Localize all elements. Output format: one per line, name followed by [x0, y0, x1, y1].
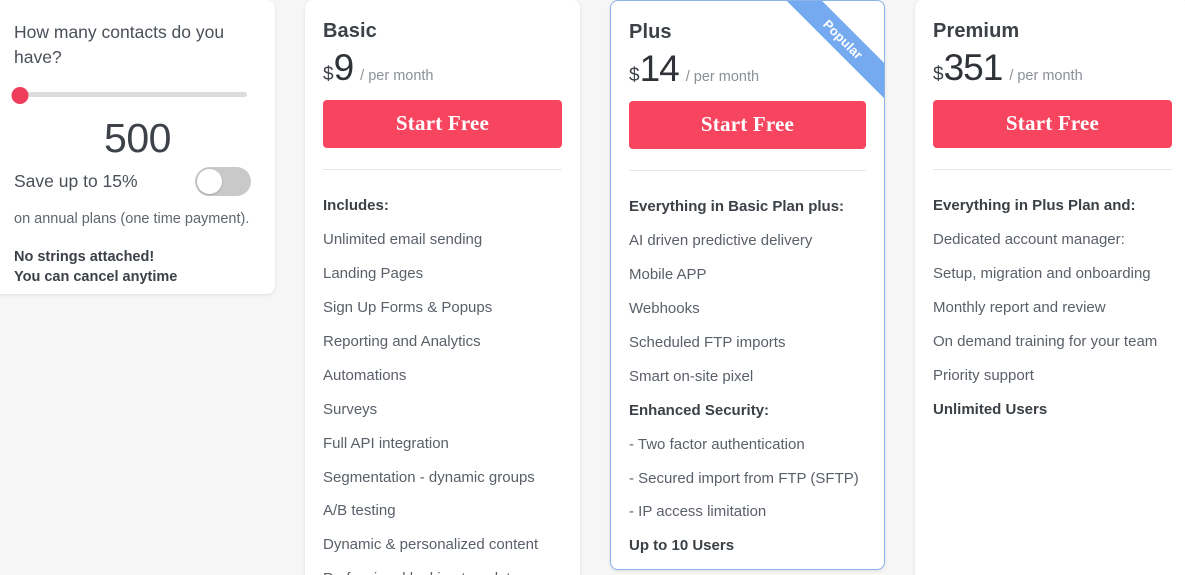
feature-item: Unlimited email sending	[323, 230, 483, 248]
price-amount: 9	[333, 47, 355, 88]
feature-item: Smart on-site pixel	[629, 367, 754, 385]
feature-item: On demand training for your team	[933, 332, 1158, 350]
plan-price: $ 14 / per month	[629, 50, 866, 87]
plan-card-plus: Popular Plus $ 14 / per month Start Free…	[610, 0, 885, 570]
start-free-button[interactable]: Start Free	[323, 100, 562, 148]
price-currency-symbol: $	[933, 64, 944, 85]
price-amount: 351	[943, 47, 1004, 88]
feature-item: - Secured import from FTP (SFTP)	[629, 469, 859, 487]
feature-item: - IP access limitation	[629, 503, 767, 521]
pricing-page: How many contacts do you have? 500 Save …	[0, 0, 1185, 575]
toggle-knob	[197, 168, 222, 194]
no-strings-line-1: No strings attached!	[14, 248, 155, 265]
feature-item: Reporting and Analytics	[323, 332, 481, 350]
plan-card-basic: Basic $ 9 / per month Start Free Include…	[305, 0, 580, 575]
contacts-slider[interactable]	[11, 84, 261, 104]
contacts-count-value: 500	[104, 114, 171, 161]
start-free-button[interactable]: Start Free	[933, 100, 1172, 148]
no-strings-line-2: You can cancel anytime	[14, 269, 178, 286]
plan-price: $ 9 / per month	[323, 49, 562, 86]
feature-item: Enhanced Security:	[629, 401, 770, 419]
feature-item: Full API integration	[323, 434, 449, 452]
feature-item: Dynamic & personalized content	[323, 536, 539, 554]
contacts-question-label: How many contacts do you have?	[14, 22, 225, 67]
feature-item: Scheduled FTP imports	[629, 333, 786, 351]
annual-save-label: Save up to 15%	[14, 170, 138, 191]
card-divider	[933, 169, 1172, 170]
price-currency-symbol: $	[629, 65, 640, 86]
feature-item: A/B testing	[323, 502, 396, 520]
contacts-calculator-card: How many contacts do you have? 500 Save …	[0, 0, 275, 294]
plan-name: Premium	[933, 20, 1020, 42]
card-divider	[629, 170, 866, 171]
features-heading: Everything in Plus Plan and:	[933, 197, 1136, 214]
start-free-button[interactable]: Start Free	[629, 101, 866, 149]
no-strings-note: No strings attached! You can cancel anyt…	[14, 247, 261, 288]
contacts-slider-thumb[interactable]	[11, 86, 29, 104]
feature-item: Mobile APP	[629, 265, 707, 283]
features-heading: Everything in Basic Plan plus:	[629, 198, 845, 215]
plan-price: $ 351 / per month	[933, 49, 1172, 86]
price-period: / per month	[685, 69, 760, 85]
feature-item: Dedicated account manager:	[933, 230, 1125, 248]
feature-item: AI driven predictive delivery	[629, 231, 813, 249]
feature-list: Everything in Basic Plan plus: AI driven…	[629, 190, 866, 563]
feature-list: Includes: Unlimited email sending Landin…	[323, 189, 562, 575]
features-heading: Includes:	[323, 197, 389, 214]
price-period: / per month	[360, 68, 434, 84]
annual-save-row: Save up to 15%	[14, 166, 261, 196]
price-amount: 14	[639, 48, 680, 89]
plan-card-premium: Premium $ 351 / per month Start Free Eve…	[915, 0, 1185, 575]
annual-billing-toggle[interactable]	[195, 166, 251, 196]
feature-item: Priority support	[933, 366, 1034, 384]
feature-item: Professional looking templates	[323, 562, 562, 575]
feature-item: Segmentation - dynamic groups	[323, 468, 535, 486]
plan-name: Plus	[629, 21, 672, 43]
feature-item: Automations	[323, 366, 407, 384]
contacts-slider-track[interactable]	[14, 91, 247, 97]
feature-item: Landing Pages	[323, 264, 424, 282]
feature-item: Webhooks	[629, 299, 700, 317]
feature-item: Setup, migration and onboarding	[933, 264, 1151, 282]
price-currency-symbol: $	[323, 64, 334, 85]
feature-item: - Two factor authentication	[629, 435, 805, 453]
annual-plans-note: on annual plans (one time payment).	[14, 210, 250, 227]
price-period: / per month	[1009, 68, 1083, 84]
feature-item: Up to 10 Users	[629, 537, 735, 555]
feature-list: Everything in Plus Plan and: Dedicated a…	[933, 189, 1172, 427]
card-divider	[323, 169, 562, 170]
feature-item: Monthly report and review	[933, 298, 1106, 316]
feature-item: Unlimited Users	[933, 400, 1048, 418]
feature-item: Sign Up Forms & Popups	[323, 298, 493, 316]
feature-item: Surveys	[323, 400, 378, 418]
plan-name: Basic	[323, 20, 377, 42]
